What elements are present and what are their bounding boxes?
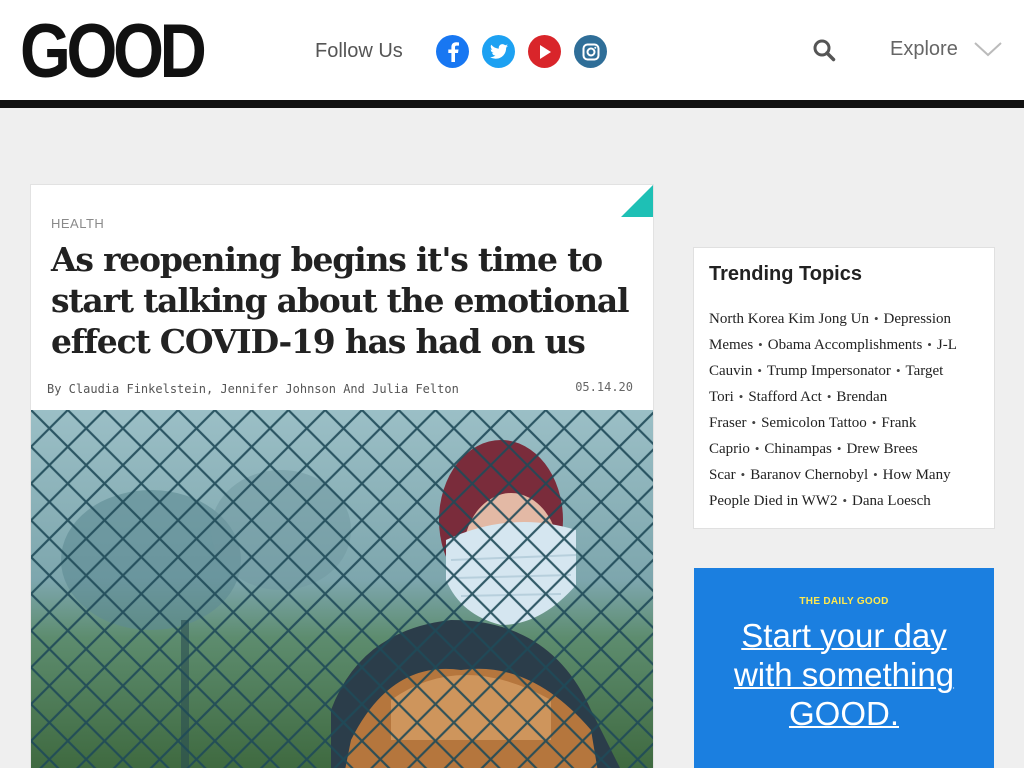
- bullet-separator: •: [873, 311, 879, 326]
- twitter-icon[interactable]: [482, 35, 515, 68]
- corner-accent: [621, 185, 653, 217]
- article-date: 05.14.20: [575, 380, 633, 394]
- bullet-separator: •: [927, 337, 932, 352]
- trending-topic-link[interactable]: Baranov Chernobyl: [750, 467, 868, 483]
- trending-topics-panel: Trending Topics North Korea Kim Jong Un •…: [693, 247, 995, 529]
- bullet-separator: •: [738, 389, 744, 404]
- trending-topic-link[interactable]: Stafford Act: [748, 389, 821, 405]
- trending-topic-link[interactable]: Semicolon Tattoo: [761, 415, 867, 431]
- bullet-separator: •: [873, 467, 878, 482]
- bullet-separator: •: [871, 415, 877, 430]
- chevron-down-icon[interactable]: [973, 40, 1003, 63]
- bullet-separator: •: [754, 441, 760, 456]
- trending-topics-list: North Korea Kim Jong Un • Depression Memes…: [709, 306, 987, 514]
- daily-good-newsletter-panel: THE DAILY GOOD Start your day with somet…: [694, 568, 994, 768]
- article-category[interactable]: HEALTH: [51, 216, 104, 231]
- bullet-separator: •: [757, 363, 762, 378]
- follow-us-label: Follow Us: [315, 40, 403, 62]
- bullet-separator: •: [826, 389, 832, 404]
- site-logo[interactable]: GOOD: [20, 8, 207, 96]
- header-divider: [0, 100, 1024, 108]
- article-hero-image[interactable]: [31, 410, 653, 768]
- article-card: HEALTH As reopening begins it's time to …: [30, 184, 654, 768]
- facebook-icon[interactable]: [436, 35, 469, 68]
- search-icon[interactable]: [812, 38, 838, 64]
- article-byline: By Claudia Finkelstein, Jennifer Johnson…: [47, 382, 459, 396]
- trending-topic-link[interactable]: Chinampas: [764, 441, 832, 457]
- instagram-icon[interactable]: [574, 35, 607, 68]
- newsletter-label: THE DAILY GOOD: [799, 596, 889, 607]
- trending-topic-link[interactable]: Dana Loesch: [852, 493, 931, 509]
- bullet-separator: •: [740, 467, 746, 482]
- bullet-separator: •: [758, 337, 763, 352]
- trending-topic-link[interactable]: Obama Accomplishments: [768, 337, 923, 353]
- bullet-separator: •: [836, 441, 842, 456]
- bullet-separator: •: [751, 415, 757, 430]
- trending-topic-link[interactable]: North Korea Kim Jong Un: [709, 311, 869, 327]
- bullet-separator: •: [842, 493, 848, 508]
- trending-title: Trending Topics: [709, 263, 862, 285]
- explore-menu-button[interactable]: Explore: [890, 38, 958, 61]
- site-header: GOOD Follow Us Explore: [0, 0, 1024, 100]
- trending-topic-link[interactable]: Trump Impersonator: [767, 363, 891, 379]
- newsletter-signup-link[interactable]: Start your day with something GOOD.: [714, 616, 974, 733]
- bullet-separator: •: [895, 363, 901, 378]
- youtube-icon[interactable]: [528, 35, 561, 68]
- article-title[interactable]: As reopening begins it's time to start t…: [51, 239, 641, 362]
